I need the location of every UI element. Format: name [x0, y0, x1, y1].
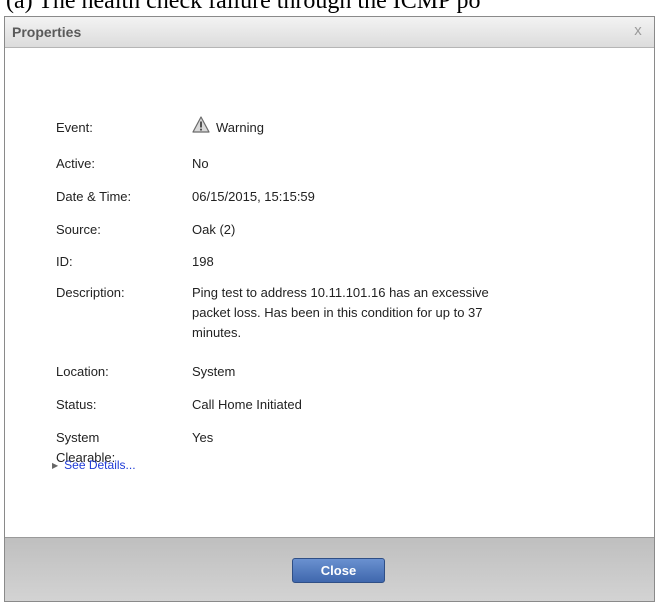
- caption-text: (a) The health check failure through the…: [6, 0, 481, 14]
- description-line: minutes.: [192, 325, 242, 340]
- datetime-label: Date & Time:: [56, 189, 132, 204]
- active-value: No: [192, 156, 209, 171]
- source-value: Oak (2): [192, 222, 236, 237]
- dialog-titlebar: Properties x: [5, 17, 654, 48]
- description-value: Ping test to address 10.11.101.16 has an…: [192, 283, 592, 343]
- warning-triangle-icon: [192, 116, 210, 133]
- close-button[interactable]: Close: [292, 558, 385, 583]
- id-label: ID:: [56, 254, 73, 269]
- location-value: System: [192, 364, 236, 379]
- see-details-link[interactable]: ▶ See Details...: [52, 457, 136, 474]
- title-divider: [5, 48, 654, 62]
- close-icon[interactable]: x: [630, 22, 646, 40]
- see-details-label: See Details...: [64, 458, 136, 472]
- description-label: Description:: [56, 285, 125, 300]
- dialog-footer: Close: [5, 537, 654, 601]
- properties-dialog: Properties x Event: Warning Active: No D…: [4, 16, 655, 602]
- datetime-value: 06/15/2015, 15:15:59: [192, 189, 315, 204]
- system-clearable-label-line: System: [56, 430, 100, 445]
- event-value: Warning: [216, 120, 264, 135]
- expand-triangle-icon: ▶: [52, 461, 59, 470]
- active-label: Active:: [56, 156, 96, 171]
- status-value: Call Home Initiated: [192, 397, 302, 412]
- source-label: Source:: [56, 222, 101, 237]
- properties-content: Event: Warning Active: No Date & Time: 0…: [5, 62, 654, 537]
- system-clearable-value: Yes: [192, 430, 214, 445]
- figure-caption: (a) The health check failure through the…: [0, 0, 660, 16]
- description-line: packet loss. Has been in this condition …: [192, 305, 483, 320]
- id-value: 198: [192, 254, 214, 269]
- event-label: Event:: [56, 120, 93, 135]
- dialog-title: Properties: [12, 24, 82, 40]
- location-label: Location:: [56, 364, 109, 379]
- status-label: Status:: [56, 397, 97, 412]
- description-line: Ping test to address 10.11.101.16 has an…: [192, 285, 489, 300]
